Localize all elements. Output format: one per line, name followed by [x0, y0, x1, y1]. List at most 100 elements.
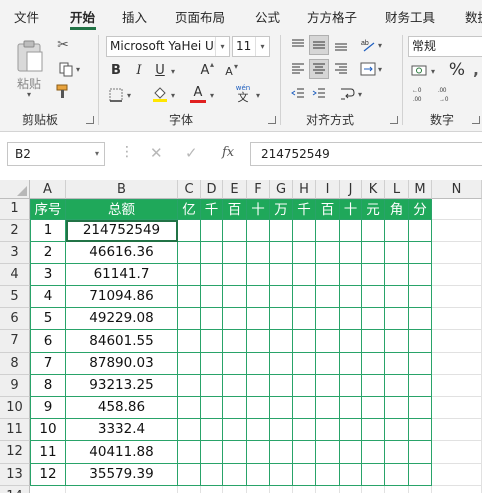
amount-cell[interactable]: 3332.4 — [66, 419, 178, 441]
align-right-button[interactable] — [331, 59, 351, 79]
table-header-cell[interactable]: 千 — [293, 199, 316, 220]
italic-button[interactable]: I — [131, 61, 147, 79]
digit-cell[interactable] — [293, 375, 316, 397]
decrease-indent-button[interactable] — [288, 84, 308, 104]
digit-cell[interactable] — [362, 242, 385, 264]
amount-cell[interactable]: 84601.55 — [66, 330, 178, 353]
digit-cell[interactable] — [178, 308, 201, 330]
column-header-e[interactable]: E — [223, 180, 247, 199]
row-index-cell[interactable]: 4 — [30, 286, 66, 308]
font-size-combo[interactable]: 11 ▾ — [232, 36, 270, 57]
row-header-13[interactable]: 13 — [0, 464, 30, 486]
column-header-c[interactable]: C — [178, 180, 201, 199]
digit-cell[interactable] — [340, 441, 362, 464]
digit-cell[interactable] — [316, 419, 340, 441]
wrap-text-button[interactable] — [337, 84, 357, 104]
digit-cell[interactable] — [247, 441, 270, 464]
digit-cell[interactable] — [362, 308, 385, 330]
digit-cell[interactable] — [223, 220, 247, 242]
digit-cell[interactable] — [223, 308, 247, 330]
column-header-l[interactable]: L — [385, 180, 409, 199]
digit-cell[interactable] — [201, 264, 223, 286]
digit-cell[interactable] — [201, 330, 223, 353]
digit-cell[interactable] — [362, 220, 385, 242]
decrease-decimal-button[interactable]: .00 →0 — [436, 84, 458, 104]
formula-input[interactable]: 214752549 — [250, 142, 482, 166]
digit-cell[interactable] — [270, 242, 293, 264]
digit-cell[interactable] — [223, 375, 247, 397]
digit-cell[interactable] — [178, 353, 201, 375]
digit-cell[interactable] — [340, 286, 362, 308]
digit-cell[interactable] — [178, 464, 201, 486]
column-header-d[interactable]: D — [201, 180, 223, 199]
number-launcher-icon[interactable] — [472, 116, 480, 124]
tab-formulas[interactable]: 公式 — [255, 7, 280, 26]
digit-cell[interactable] — [270, 286, 293, 308]
digit-cell[interactable] — [293, 419, 316, 441]
select-all-corner[interactable] — [0, 180, 30, 199]
digit-cell[interactable] — [201, 308, 223, 330]
digit-cell[interactable] — [223, 419, 247, 441]
digit-cell[interactable] — [247, 242, 270, 264]
digit-cell[interactable] — [293, 330, 316, 353]
digit-cell[interactable] — [247, 308, 270, 330]
table-header-cell[interactable]: 分 — [409, 199, 432, 220]
amount-cell[interactable]: 46616.36 — [66, 242, 178, 264]
digit-cell[interactable] — [409, 441, 432, 464]
amount-cell[interactable]: 35579.39 — [66, 464, 178, 486]
bold-button[interactable]: B — [108, 61, 124, 79]
row-index-cell[interactable]: 7 — [30, 353, 66, 375]
column-header-a[interactable]: A — [30, 180, 66, 199]
digit-cell[interactable] — [385, 220, 409, 242]
digit-cell[interactable] — [247, 220, 270, 242]
wrap-text-dropdown-icon[interactable]: ▾ — [358, 90, 362, 99]
row-index-cell[interactable]: 9 — [30, 397, 66, 419]
digit-cell[interactable] — [362, 397, 385, 419]
digit-cell[interactable] — [270, 220, 293, 242]
row-index-cell[interactable]: 11 — [30, 441, 66, 464]
digit-cell[interactable] — [178, 441, 201, 464]
row-index-cell[interactable]: 10 — [30, 419, 66, 441]
digit-cell[interactable] — [270, 397, 293, 419]
name-box[interactable]: B2 ▾ — [7, 142, 105, 166]
column-header-b[interactable]: B — [66, 180, 178, 199]
tab-finance-tools[interactable]: 财务工具 — [385, 7, 435, 26]
digit-cell[interactable] — [247, 464, 270, 486]
digit-cell[interactable] — [247, 419, 270, 441]
underline-dropdown-icon[interactable]: ▾ — [171, 67, 175, 76]
table-header-cell[interactable]: 十 — [340, 199, 362, 220]
digit-cell[interactable] — [270, 308, 293, 330]
digit-cell[interactable] — [385, 308, 409, 330]
row-header-8[interactable]: 8 — [0, 353, 30, 375]
digit-cell[interactable] — [316, 242, 340, 264]
digit-cell[interactable] — [340, 419, 362, 441]
column-header-m[interactable]: M — [409, 180, 432, 199]
digit-cell[interactable] — [293, 242, 316, 264]
digit-cell[interactable] — [362, 286, 385, 308]
row-index-cell[interactable]: 8 — [30, 375, 66, 397]
borders-dropdown-icon[interactable]: ▾ — [127, 91, 131, 100]
digit-cell[interactable] — [293, 441, 316, 464]
table-header-cell[interactable]: 百 — [223, 199, 247, 220]
merge-center-button[interactable] — [357, 59, 379, 79]
font-name-combo[interactable]: Microsoft YaHei UI ▾ — [106, 36, 230, 57]
tab-page-layout[interactable]: 页面布局 — [175, 7, 225, 26]
font-launcher-icon[interactable] — [268, 116, 276, 124]
table-header-cell[interactable]: 元 — [362, 199, 385, 220]
row-header-9[interactable]: 9 — [0, 375, 30, 397]
digit-cell[interactable] — [293, 308, 316, 330]
digit-cell[interactable] — [316, 375, 340, 397]
digit-cell[interactable] — [223, 397, 247, 419]
digit-cell[interactable] — [247, 264, 270, 286]
row-header-2[interactable]: 2 — [0, 220, 30, 242]
digit-cell[interactable] — [178, 375, 201, 397]
digit-cell[interactable] — [178, 286, 201, 308]
digit-cell[interactable] — [385, 242, 409, 264]
digit-cell[interactable] — [316, 441, 340, 464]
digit-cell[interactable] — [362, 419, 385, 441]
tab-file[interactable]: 文件 — [14, 7, 39, 26]
chevron-down-icon[interactable]: ▾ — [255, 37, 269, 56]
confirm-entry-icon[interactable]: ✓ — [185, 144, 198, 162]
amount-cell[interactable]: 458.86 — [66, 397, 178, 419]
paste-dropdown-icon[interactable]: ▾ — [27, 90, 31, 99]
